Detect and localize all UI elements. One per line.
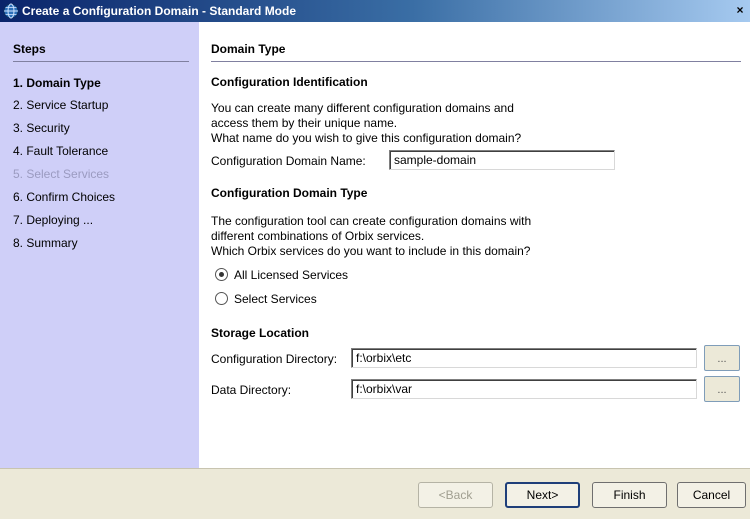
identification-desc-1: You can create many different configurat… — [211, 101, 514, 115]
config-dir-browse-button[interactable]: ... — [704, 345, 740, 371]
back-button[interactable]: <Back — [418, 482, 493, 508]
domain-name-input[interactable]: sample-domain — [389, 150, 615, 170]
window-title: Create a Configuration Domain - Standard… — [22, 4, 297, 18]
data-dir-input[interactable]: f:\orbix\var — [351, 379, 697, 399]
radio-select-services-label[interactable]: Select Services — [234, 292, 317, 306]
domain-type-heading: Configuration Domain Type — [211, 186, 368, 200]
data-dir-label: Data Directory: — [211, 383, 292, 397]
identification-heading: Configuration Identification — [211, 75, 368, 89]
storage-heading: Storage Location — [211, 326, 310, 340]
identification-desc-2: access them by their unique name. — [211, 116, 398, 130]
next-button[interactable]: Next> — [505, 482, 580, 508]
window-titlebar: Create a Configuration Domain - Standard… — [0, 0, 750, 22]
step-fault-tolerance: 4. Fault Tolerance — [13, 144, 109, 158]
radio-select-services[interactable] — [215, 292, 228, 305]
page-title: Domain Type — [211, 42, 286, 56]
title-divider — [211, 61, 741, 62]
config-dir-label: Configuration Directory: — [211, 352, 338, 366]
step-select-services: 5. Select Services — [13, 167, 110, 181]
wizard-footer: <Back Next> Finish Cancel — [0, 468, 750, 519]
steps-sidebar: Steps 1. Domain Type 2. Service Startup … — [0, 22, 199, 468]
globe-icon — [3, 3, 19, 19]
radio-all-licensed-services[interactable] — [215, 268, 228, 281]
main-panel: Domain Type Configuration Identification… — [199, 22, 750, 468]
step-confirm-choices: 6. Confirm Choices — [13, 190, 116, 204]
identification-desc-3: What name do you wish to give this confi… — [211, 131, 522, 145]
domain-type-desc-1: The configuration tool can create config… — [211, 214, 532, 228]
domain-name-label: Configuration Domain Name: — [211, 154, 366, 168]
step-domain-type: 1. Domain Type — [13, 76, 101, 90]
step-security: 3. Security — [13, 121, 70, 135]
domain-type-desc-3: Which Orbix services do you want to incl… — [211, 244, 531, 258]
steps-divider — [13, 61, 189, 62]
radio-selected-dot — [219, 272, 224, 277]
radio-all-licensed-services-label[interactable]: All Licensed Services — [234, 268, 348, 282]
domain-type-desc-2: different combinations of Orbix services… — [211, 229, 425, 243]
steps-title: Steps — [13, 42, 46, 56]
step-deploying: 7. Deploying ... — [13, 213, 94, 227]
step-service-startup: 2. Service Startup — [13, 98, 109, 112]
finish-button[interactable]: Finish — [592, 482, 667, 508]
data-dir-browse-button[interactable]: ... — [704, 376, 740, 402]
config-dir-input[interactable]: f:\orbix\etc — [351, 348, 697, 368]
cancel-button[interactable]: Cancel — [677, 482, 746, 508]
close-icon[interactable]: × — [733, 4, 747, 18]
step-summary: 8. Summary — [13, 236, 78, 250]
